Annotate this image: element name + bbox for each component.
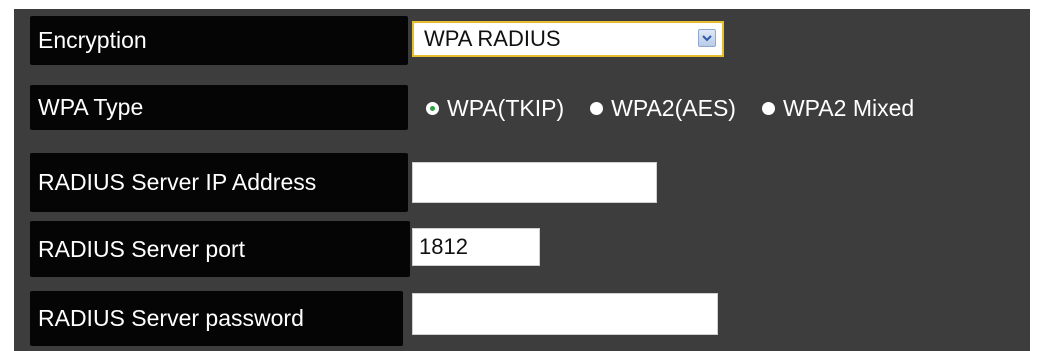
radius-port-input[interactable] (412, 228, 540, 266)
encryption-select-value: WPA RADIUS (424, 26, 561, 51)
radius-password-label: RADIUS Server password (30, 291, 403, 346)
radio-wpa-tkip[interactable]: WPA(TKIP) (426, 95, 564, 122)
chevron-down-icon[interactable] (698, 29, 716, 47)
wpa-type-label: WPA Type (30, 85, 408, 130)
radio-wpa2-mixed[interactable]: WPA2 Mixed (761, 94, 915, 122)
encryption-label: Encryption (30, 16, 408, 65)
encryption-select[interactable]: WPA RADIUS (412, 21, 724, 57)
radius-ip-input[interactable] (412, 162, 657, 203)
radio-unselected-icon[interactable] (761, 101, 775, 115)
radio-selected-icon[interactable] (426, 101, 439, 115)
wireless-security-panel: Encryption WPA RADIUS WPA Type WPA(TKIP)… (14, 9, 1030, 351)
radio-wpa2-mixed-label: WPA2 Mixed (782, 94, 915, 121)
radio-wpa2-aes[interactable]: WPA2(AES) (590, 95, 736, 122)
radio-unselected-icon[interactable] (590, 101, 604, 115)
radius-password-input[interactable] (412, 293, 718, 335)
wpa-type-radio-group: WPA(TKIP) WPA2(AES) WPA2 Mixed (426, 88, 914, 128)
radio-wpa-tkip-label: WPA(TKIP) (447, 94, 565, 121)
radius-port-label: RADIUS Server port (30, 221, 410, 277)
radius-ip-label: RADIUS Server IP Address (30, 153, 408, 212)
radio-wpa2-aes-label: WPA2(AES) (611, 94, 736, 121)
